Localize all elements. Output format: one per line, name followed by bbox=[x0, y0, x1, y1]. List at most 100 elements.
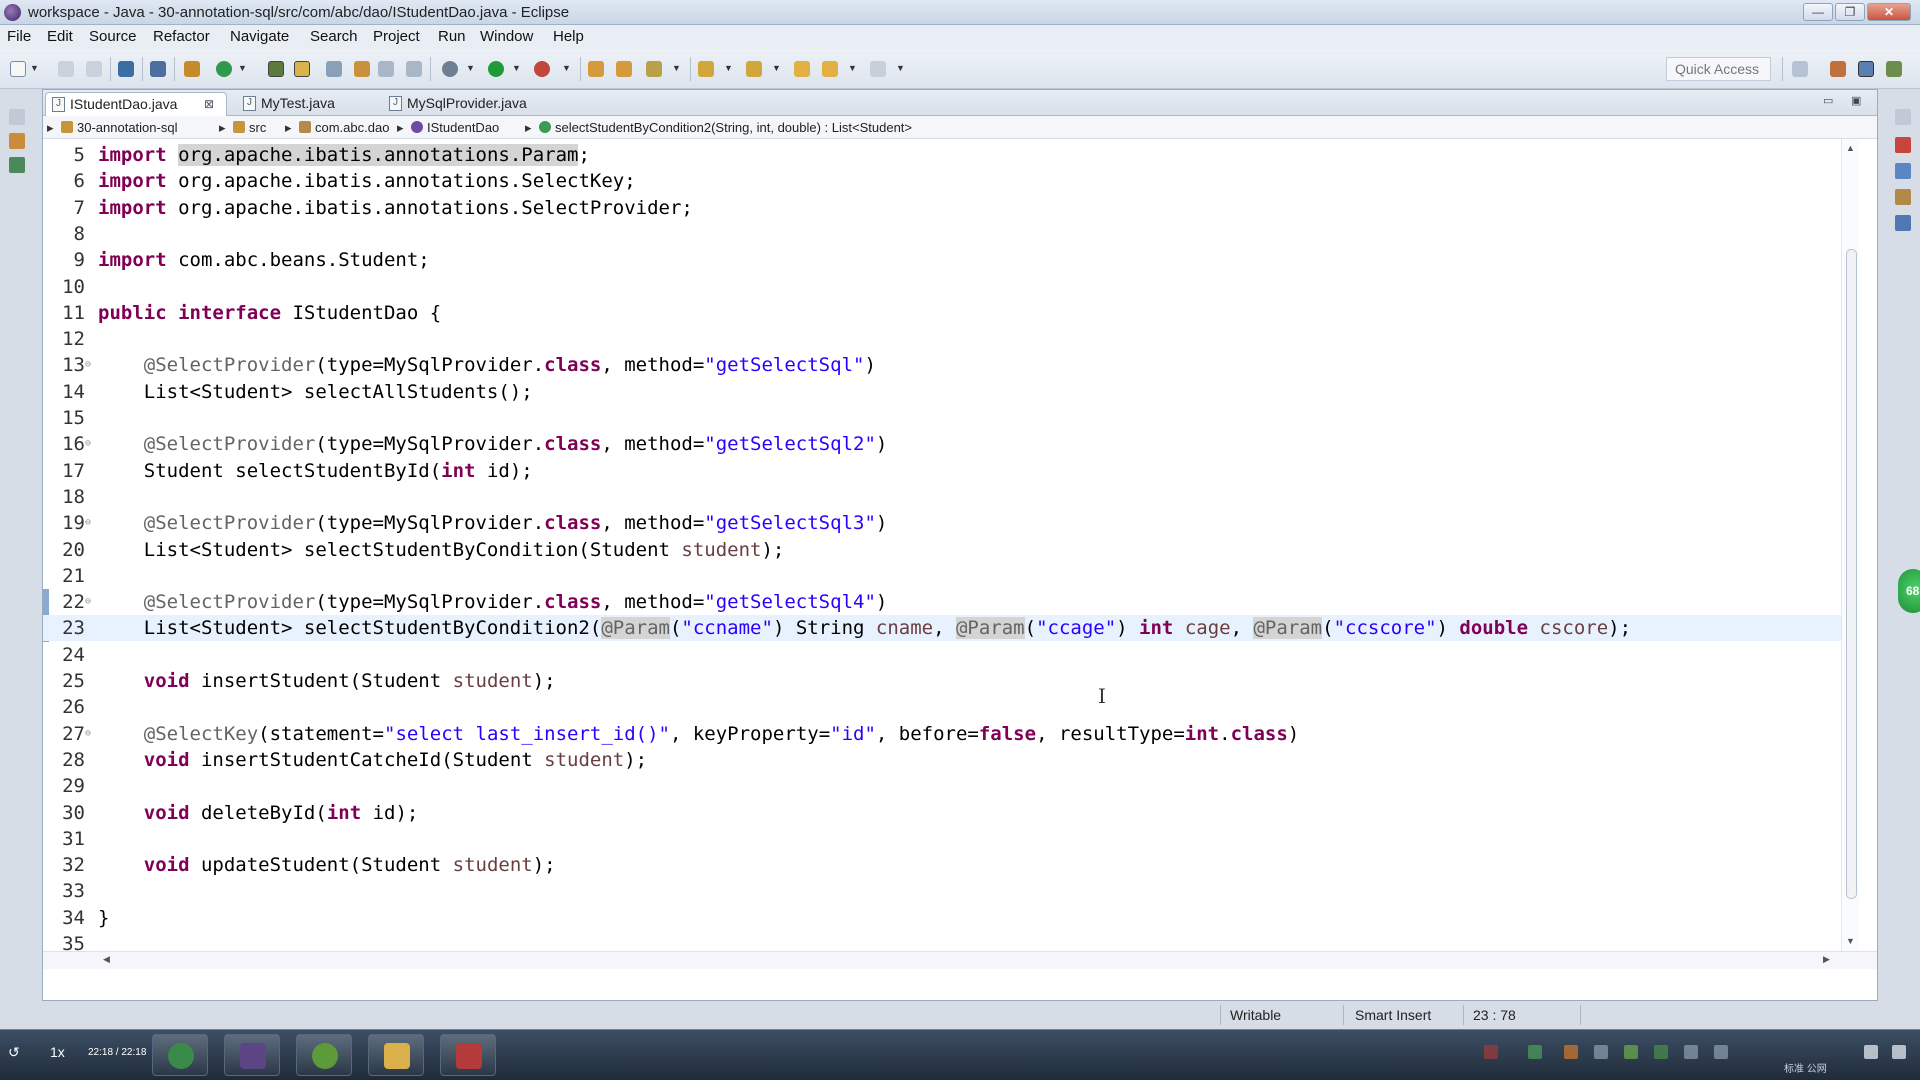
hierarchy-icon[interactable] bbox=[9, 157, 25, 173]
menu-run[interactable]: Run bbox=[438, 28, 466, 45]
skip-breakpoints-icon[interactable] bbox=[150, 61, 166, 77]
code-line[interactable]: 11 public interface IStudentDao { bbox=[43, 300, 1843, 326]
refresh-dropdown-icon[interactable]: ▼ bbox=[238, 63, 247, 73]
search-icon[interactable] bbox=[646, 61, 662, 77]
word-wrap-icon[interactable] bbox=[406, 61, 422, 77]
code-line[interactable]: 33 bbox=[43, 878, 1843, 904]
tab-istudentdao[interactable]: J IStudentDao.java ⊠ bbox=[45, 92, 227, 116]
minimize-editor-icon[interactable]: ▭ bbox=[1823, 94, 1833, 107]
debug-dropdown-icon[interactable]: ▼ bbox=[466, 63, 475, 73]
restore-view-icon[interactable] bbox=[9, 109, 25, 125]
code-line[interactable]: 17 Student selectStudentById(int id); bbox=[43, 458, 1843, 484]
outline-icon[interactable] bbox=[1895, 163, 1911, 179]
task-list-icon[interactable] bbox=[1895, 137, 1911, 153]
fold-toggle-icon[interactable]: ⊖ bbox=[85, 352, 95, 378]
external-tools-dropdown-icon[interactable]: ▼ bbox=[562, 63, 571, 73]
back-dropdown-icon[interactable]: ▼ bbox=[848, 63, 857, 73]
fold-toggle-icon[interactable]: ⊖ bbox=[85, 431, 95, 457]
tab-mytest[interactable]: J MyTest.java bbox=[237, 92, 387, 116]
tray-battery-icon[interactable] bbox=[1528, 1045, 1542, 1059]
taskbar-db-button[interactable] bbox=[440, 1034, 496, 1076]
breadcrumb-method[interactable]: selectStudentByCondition2(String, int, d… bbox=[539, 116, 912, 139]
show-whitespace-icon[interactable] bbox=[378, 61, 394, 77]
console-view-icon[interactable] bbox=[1895, 215, 1911, 231]
code-line[interactable]: 31 bbox=[43, 826, 1843, 852]
fold-toggle-icon[interactable]: ⊖ bbox=[85, 589, 95, 615]
tray-display-icon[interactable] bbox=[1684, 1045, 1698, 1059]
code-line[interactable]: 14 List<Student> selectAllStudents(); bbox=[43, 379, 1843, 405]
code-line[interactable]: 12 bbox=[43, 326, 1843, 352]
menu-refactor[interactable]: Refactor bbox=[153, 28, 210, 45]
scroll-thumb[interactable] bbox=[1846, 249, 1857, 899]
last-edit-icon[interactable] bbox=[794, 61, 810, 77]
code-line[interactable]: 22 ⊖ @SelectProvider(type=MySqlProvider.c… bbox=[43, 589, 1843, 615]
code-line[interactable]: 16 ⊖ @SelectProvider(type=MySqlProvider.c… bbox=[43, 431, 1843, 457]
new-java-package-icon[interactable] bbox=[588, 61, 604, 77]
tray-app-icon[interactable] bbox=[1564, 1045, 1578, 1059]
highlight-icon[interactable] bbox=[294, 61, 310, 77]
code-line[interactable]: 8 bbox=[43, 221, 1843, 247]
code-line[interactable]: 24 bbox=[43, 642, 1843, 668]
prev-annotation-dropdown-icon[interactable]: ▼ bbox=[772, 63, 781, 73]
scroll-up-icon[interactable]: ▲ bbox=[1846, 143, 1855, 153]
build-icon[interactable] bbox=[184, 61, 200, 77]
code-line[interactable]: 19 ⊖ @SelectProvider(type=MySqlProvider.c… bbox=[43, 510, 1843, 536]
code-line[interactable]: 6 import org.apache.ibatis.annotations.Se… bbox=[43, 168, 1843, 194]
debug-icon[interactable] bbox=[442, 61, 458, 77]
fold-toggle-icon[interactable]: ⊖ bbox=[85, 721, 95, 747]
vertical-scrollbar[interactable]: ▲ ▼ bbox=[1841, 139, 1859, 951]
menu-help[interactable]: Help bbox=[553, 28, 584, 45]
tray-notify-icon[interactable] bbox=[1892, 1045, 1906, 1059]
open-type-icon[interactable] bbox=[616, 61, 632, 77]
code-line[interactable]: 9 import com.abc.beans.Student; bbox=[43, 247, 1843, 273]
breadcrumb-project[interactable]: 30-annotation-sql bbox=[61, 116, 177, 139]
taskbar-eclipse-button[interactable] bbox=[224, 1034, 280, 1076]
forward-dropdown-icon[interactable]: ▼ bbox=[896, 63, 905, 73]
taskbar-browser-button[interactable] bbox=[152, 1034, 208, 1076]
breadcrumb-interface[interactable]: IStudentDao bbox=[411, 116, 499, 139]
open-perspective-icon[interactable] bbox=[1792, 61, 1808, 77]
new-icon[interactable] bbox=[10, 61, 26, 77]
save-all-icon[interactable] bbox=[86, 61, 102, 77]
tab-mysqlprovider[interactable]: J MySqlProvider.java bbox=[383, 92, 583, 116]
code-line[interactable]: 30 void deleteById(int id); bbox=[43, 800, 1843, 826]
minimize-button[interactable]: — bbox=[1803, 3, 1833, 21]
tray-sync-icon[interactable] bbox=[1714, 1045, 1728, 1059]
tray-security-icon[interactable] bbox=[1484, 1045, 1498, 1059]
close-tab-icon[interactable]: ⊠ bbox=[204, 93, 214, 115]
java-ee-perspective-icon[interactable] bbox=[1830, 61, 1846, 77]
replay-icon[interactable]: ↺ bbox=[8, 1044, 20, 1061]
taskbar-explorer-button[interactable] bbox=[368, 1034, 424, 1076]
breadcrumb-src[interactable]: src bbox=[233, 116, 266, 139]
prev-annotation-icon[interactable] bbox=[746, 61, 762, 77]
code-line[interactable]: 10 bbox=[43, 274, 1843, 300]
code-line[interactable]: 32 void updateStudent(Student student); bbox=[43, 852, 1843, 878]
code-line[interactable]: 29 bbox=[43, 773, 1843, 799]
code-line[interactable]: 5 import org.apache.ibatis.annotations.Pa… bbox=[43, 142, 1843, 168]
code-line[interactable]: 26 bbox=[43, 694, 1843, 720]
run-dropdown-icon[interactable]: ▼ bbox=[512, 63, 521, 73]
menu-project[interactable]: Project bbox=[373, 28, 420, 45]
back-icon[interactable] bbox=[822, 61, 838, 77]
console-icon[interactable] bbox=[118, 61, 134, 77]
menu-source[interactable]: Source bbox=[89, 28, 137, 45]
java-perspective-icon[interactable] bbox=[1858, 61, 1874, 77]
code-line[interactable]: 23 List<Student> selectStudentByConditio… bbox=[43, 615, 1843, 642]
scroll-down-icon[interactable]: ▼ bbox=[1846, 936, 1855, 946]
floating-widget-icon[interactable]: 68 bbox=[1898, 569, 1920, 613]
forward-icon[interactable] bbox=[870, 61, 886, 77]
toggle-mark-icon[interactable] bbox=[268, 61, 284, 77]
scroll-left-icon[interactable]: ◀ bbox=[103, 954, 110, 965]
block-select-icon[interactable] bbox=[326, 61, 342, 77]
menu-navigate[interactable]: Navigate bbox=[230, 28, 289, 45]
code-line[interactable]: 15 bbox=[43, 405, 1843, 431]
quick-access-input[interactable]: Quick Access bbox=[1666, 57, 1771, 81]
fold-toggle-icon[interactable]: ⊖ bbox=[85, 510, 95, 536]
tray-ime-icon[interactable] bbox=[1624, 1045, 1638, 1059]
code-line[interactable]: 7 import org.apache.ibatis.annotations.Se… bbox=[43, 195, 1843, 221]
close-button[interactable]: ✕ bbox=[1867, 3, 1911, 21]
maximize-button[interactable]: ❐ bbox=[1835, 3, 1865, 21]
code-line[interactable]: 35 bbox=[43, 931, 1843, 951]
breadcrumb-arrow-icon[interactable]: ▸ bbox=[47, 116, 54, 139]
code-line[interactable]: 18 bbox=[43, 484, 1843, 510]
